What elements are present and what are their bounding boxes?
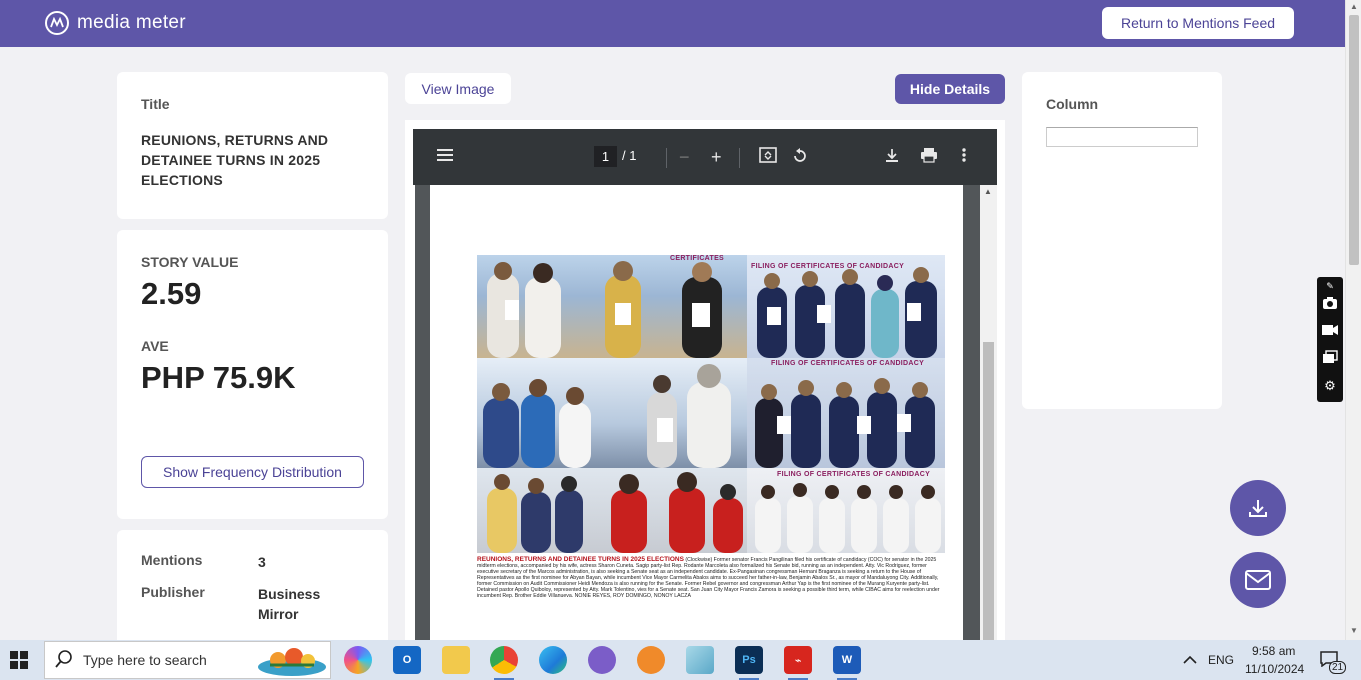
title-label: Title xyxy=(141,96,170,112)
pdf-scrollbar-thumb[interactable] xyxy=(983,342,994,640)
story-value-label: STORY VALUE xyxy=(141,254,239,270)
download-fab-button[interactable] xyxy=(1230,480,1286,536)
email-fab-button[interactable] xyxy=(1230,552,1286,608)
pdf-page-total: / 1 xyxy=(622,148,637,163)
page-scrollbar-thumb[interactable] xyxy=(1349,15,1359,265)
pdf-document-area[interactable]: CERTIFICATES FILING OF CERTIFICATES OF C… xyxy=(415,185,980,640)
clipping-banner: CERTIFICATES xyxy=(670,255,725,262)
windows-icon[interactable] xyxy=(1321,350,1339,368)
pdf-page-number-input[interactable]: 1 xyxy=(594,146,617,167)
hide-details-button[interactable]: Hide Details xyxy=(895,74,1005,104)
copilot-app-icon[interactable] xyxy=(344,646,372,674)
clock-time[interactable]: 9:58 am xyxy=(1252,644,1295,658)
pdf-toolbar: − + xyxy=(413,129,997,185)
edge-app-icon[interactable] xyxy=(539,646,567,674)
column-image-placeholder xyxy=(1046,127,1198,147)
clipping-caption: REUNIONS, RETURNS AND DETAINEE TURNS IN … xyxy=(477,556,947,599)
clock-date[interactable]: 11/10/2024 xyxy=(1245,662,1304,676)
rotate-icon[interactable] xyxy=(791,147,809,169)
notes-app-icon[interactable] xyxy=(686,646,714,674)
fit-page-icon[interactable] xyxy=(759,147,777,167)
photo-panel xyxy=(477,255,747,358)
clipping-photo-collage xyxy=(477,255,945,553)
publisher-label: Publisher xyxy=(141,584,205,600)
publisher-row: Publisher Business Mirror xyxy=(141,584,364,624)
taskbar-search-placeholder: Type here to search xyxy=(83,652,207,668)
camera-icon[interactable] xyxy=(1321,296,1339,314)
language-indicator[interactable]: ENG xyxy=(1208,653,1234,667)
more-options-icon[interactable] xyxy=(961,147,967,167)
show-frequency-distribution-button[interactable]: Show Frequency Distribution xyxy=(141,456,364,488)
clipping-banner: FILING OF CERTIFICATES OF CANDIDACY xyxy=(771,360,925,367)
column-label: Column xyxy=(1046,96,1099,112)
pin-icon[interactable]: ✎ ⋯ xyxy=(1321,277,1339,309)
brand-logo[interactable]: media meter xyxy=(45,11,186,35)
clipping-banner: FILING OF CERTIFICATES OF CANDIDACY xyxy=(751,263,905,270)
photo-panel xyxy=(747,255,945,358)
download-icon[interactable] xyxy=(884,147,900,167)
tray-chevron-up-icon[interactable] xyxy=(1183,652,1197,670)
meta-card: Mentions 3 Publisher Business Mirror xyxy=(117,530,388,650)
ave-value: PHP 75.9K xyxy=(141,360,296,395)
viber-app-icon[interactable] xyxy=(588,646,616,674)
clipping-caption-body: (Clockwise) Former senator Francis Pangi… xyxy=(477,557,940,599)
scroll-down-arrow-icon[interactable]: ▼ xyxy=(1350,626,1358,635)
capture-tool-widget: ✎ ⋯ ⚙ xyxy=(1317,277,1343,402)
story-value-card: STORY VALUE 2.59 AVE PHP 75.9K Show Freq… xyxy=(117,230,388,519)
search-highlight-icon[interactable] xyxy=(256,643,328,680)
search-icon xyxy=(55,650,73,675)
zoom-out-icon[interactable]: − xyxy=(679,147,690,167)
print-icon[interactable] xyxy=(920,147,938,167)
zoom-in-icon[interactable]: + xyxy=(711,147,722,167)
mail-icon xyxy=(1245,570,1271,590)
pdf-scrollbar[interactable]: ▲ xyxy=(980,185,997,640)
menu-icon[interactable] xyxy=(437,147,455,167)
clipping-banner: FILING OF CERTIFICATES OF CANDIDACY xyxy=(777,471,931,478)
ave-label: AVE xyxy=(141,338,169,354)
file-explorer-app-icon[interactable] xyxy=(442,646,470,674)
story-value: 2.59 xyxy=(141,276,202,311)
outlook-app-icon[interactable]: O xyxy=(393,646,421,674)
word-app-icon[interactable]: W xyxy=(833,646,861,680)
windows-start-icon[interactable] xyxy=(10,651,28,674)
download-icon xyxy=(1249,500,1267,517)
pdf-scroll-up-icon[interactable]: ▲ xyxy=(984,187,992,196)
title-value: REUNIONS, RETURNS AND DETAINEE TURNS IN … xyxy=(141,132,329,188)
settings-gear-icon[interactable]: ⚙ xyxy=(1321,377,1339,395)
photo-panel xyxy=(747,358,945,468)
photo-panel xyxy=(747,468,945,553)
mentions-label: Mentions xyxy=(141,552,203,568)
publisher-value: Business Mirror xyxy=(258,586,321,622)
pdf-page: CERTIFICATES FILING OF CERTIFICATES OF C… xyxy=(430,185,963,640)
toolbar-divider xyxy=(739,148,740,168)
scroll-up-arrow-icon[interactable]: ▲ xyxy=(1350,2,1358,11)
clipping-headline: REUNIONS, RETURNS AND DETAINEE TURNS IN … xyxy=(477,556,684,563)
chrome-app-icon[interactable] xyxy=(490,646,518,680)
logo-icon xyxy=(45,11,69,35)
top-navbar: media meter Return to Mentions Feed xyxy=(0,0,1345,47)
title-card: Title REUNIONS, RETURNS AND DETAINEE TUR… xyxy=(117,72,388,219)
column-card: Column xyxy=(1022,72,1222,409)
toolbar-divider xyxy=(666,148,667,168)
mentions-row: Mentions 3 xyxy=(141,552,364,572)
page-scrollbar[interactable]: ▲ ▼ xyxy=(1345,0,1361,640)
newspaper-clipping: CERTIFICATES FILING OF CERTIFICATES OF C… xyxy=(477,255,945,555)
photo-panel xyxy=(477,358,747,468)
photoshop-app-icon[interactable]: Ps xyxy=(735,646,763,680)
mentions-value: 3 xyxy=(258,554,266,570)
return-to-mentions-feed-button[interactable]: Return to Mentions Feed xyxy=(1102,7,1294,39)
video-camera-icon[interactable] xyxy=(1321,323,1339,341)
view-image-button[interactable]: View Image xyxy=(405,73,511,104)
notification-count-badge: 21 xyxy=(1329,661,1347,674)
brand-name: media meter xyxy=(77,12,186,33)
acrobat-app-icon[interactable]: ⌁ xyxy=(784,646,812,680)
orange-app-icon[interactable] xyxy=(637,646,665,674)
photo-panel xyxy=(477,468,747,553)
